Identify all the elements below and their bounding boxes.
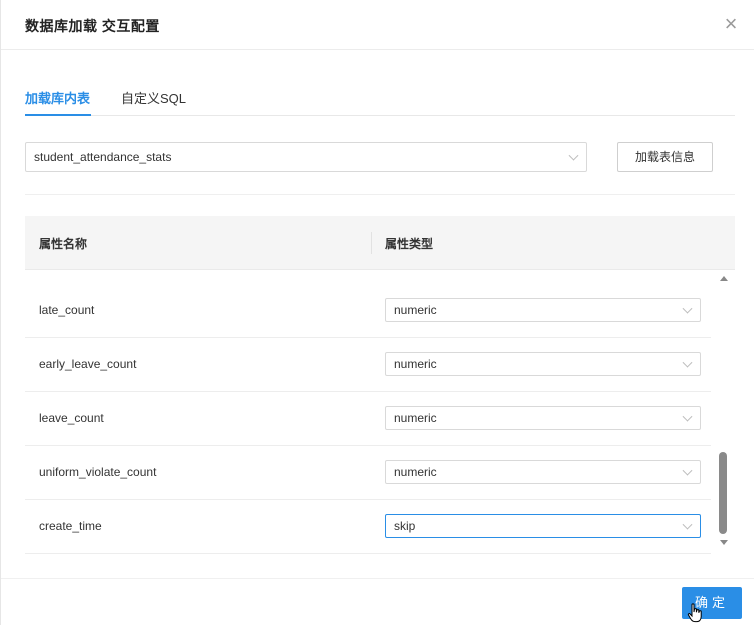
attribute-type-value: numeric (394, 303, 437, 317)
chevron-down-icon (682, 519, 693, 530)
chevron-down-icon (682, 465, 693, 476)
scroll-down-icon[interactable] (720, 540, 728, 545)
footer-divider (1, 578, 754, 579)
chevron-down-icon (568, 150, 579, 161)
divider (25, 194, 735, 195)
table-select[interactable]: student_attendance_stats (25, 142, 587, 172)
tab-active-indicator (25, 114, 91, 116)
attribute-name: create_time (39, 519, 102, 533)
table-select-value: student_attendance_stats (34, 150, 172, 164)
dialog-title: 数据库加载 交互配置 (25, 18, 160, 34)
attribute-name: leave_count (39, 411, 104, 425)
close-icon[interactable]: × (719, 12, 743, 36)
table-header: 属性名称 属性类型 (25, 216, 735, 270)
attribute-type-value: numeric (394, 411, 437, 425)
tab-load-table[interactable]: 加载库内表 (25, 88, 90, 107)
scrollbar-thumb[interactable] (719, 452, 727, 534)
attribute-type-select[interactable]: numeric (385, 298, 701, 322)
attribute-name: late_count (39, 303, 95, 317)
attribute-type-select[interactable]: numeric (385, 406, 701, 430)
chevron-down-icon (682, 357, 693, 368)
dialog-header: 数据库加载 交互配置 × (1, 0, 754, 50)
table-row: late_count numeric (25, 284, 711, 338)
tab-bar: 加载库内表 自定义SQL (25, 78, 735, 116)
scroll-up-icon[interactable] (720, 276, 728, 281)
table-row: uniform_violate_count numeric (25, 446, 711, 500)
attribute-type-select[interactable]: numeric (385, 352, 701, 376)
scrollbar[interactable] (717, 276, 731, 548)
table-row: leave_count numeric (25, 392, 711, 446)
hand-cursor-icon (687, 603, 702, 623)
load-table-info-button[interactable]: 加载表信息 (617, 142, 713, 172)
chevron-down-icon (682, 411, 693, 422)
attribute-type-select[interactable]: skip (385, 514, 701, 538)
dialog: 数据库加载 交互配置 × 加载库内表 自定义SQL student_attend… (0, 0, 754, 625)
tab-custom-sql[interactable]: 自定义SQL (121, 88, 186, 107)
table-row: early_leave_count numeric (25, 338, 711, 392)
column-header-name: 属性名称 (39, 237, 88, 251)
table-body[interactable]: late_count numeric early_leave_count num… (25, 284, 711, 554)
attribute-type-value: numeric (394, 357, 437, 371)
column-separator (371, 232, 372, 254)
attribute-type-select[interactable]: numeric (385, 460, 701, 484)
table-row: create_time skip (25, 500, 711, 554)
attribute-type-value: numeric (394, 465, 437, 479)
attribute-name: uniform_violate_count (39, 465, 157, 479)
attribute-name: early_leave_count (39, 357, 137, 371)
chevron-down-icon (682, 303, 693, 314)
column-header-type: 属性类型 (385, 237, 434, 251)
attribute-type-value: skip (394, 519, 416, 533)
